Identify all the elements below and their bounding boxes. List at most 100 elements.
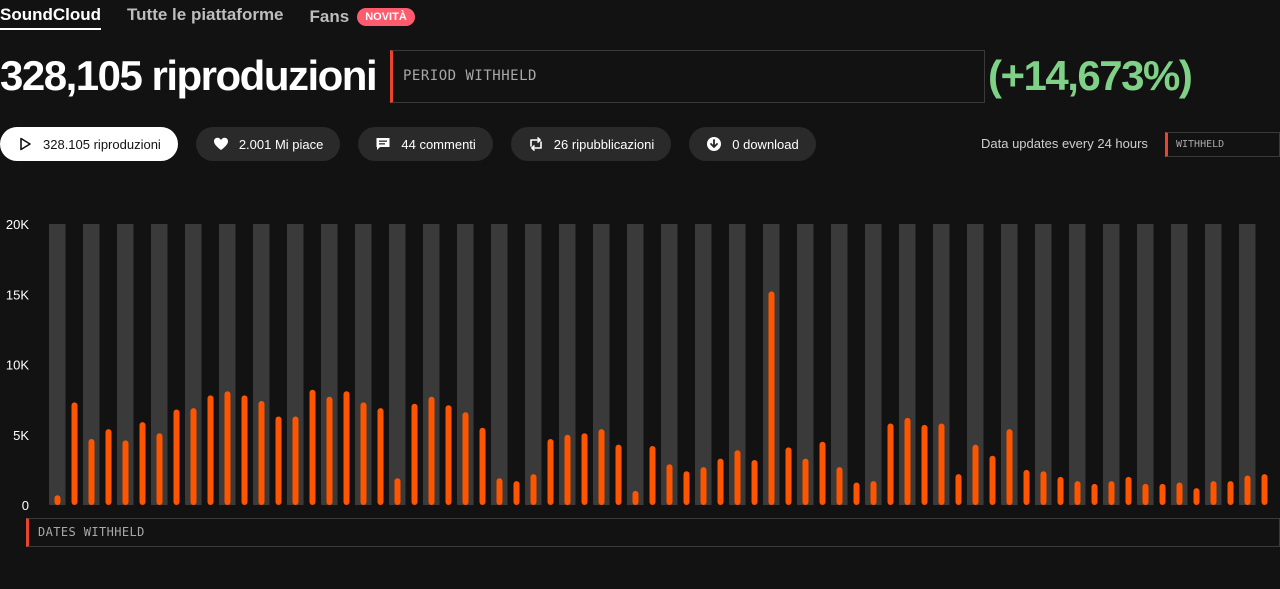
chart-bar[interactable] xyxy=(683,471,690,505)
chart-bar[interactable] xyxy=(360,402,367,505)
chart-bar[interactable] xyxy=(972,444,979,505)
chart-bar[interactable] xyxy=(309,389,316,505)
chart-bar[interactable] xyxy=(1142,483,1149,505)
chart-band xyxy=(1239,224,1256,505)
chart-bar[interactable] xyxy=(938,423,945,506)
chart-bar[interactable] xyxy=(530,474,537,505)
plays-chart-svg: 20K 15K 10K 5K 0 xyxy=(6,217,1268,513)
heart-icon xyxy=(213,136,229,152)
chart-bar[interactable] xyxy=(1057,476,1064,505)
chart-bar[interactable] xyxy=(836,467,843,505)
chart-bar[interactable] xyxy=(1244,475,1251,506)
chart-bar[interactable] xyxy=(700,467,707,505)
chart-bar[interactable] xyxy=(54,495,61,505)
chart-bar[interactable] xyxy=(564,434,571,506)
tab-fans[interactable]: Fans NOVITÀ xyxy=(310,4,415,30)
chart-bar[interactable] xyxy=(904,417,911,505)
plays-label: 328.105 riproduzioni xyxy=(43,136,161,152)
chart-bar[interactable] xyxy=(734,450,741,505)
chart-bar[interactable] xyxy=(122,440,129,505)
chart-bar[interactable] xyxy=(581,433,588,505)
chart-bar[interactable] xyxy=(1023,469,1030,505)
chart-bar[interactable] xyxy=(1261,474,1268,505)
chart-bar[interactable] xyxy=(615,444,622,505)
chart-bar[interactable] xyxy=(1006,429,1013,505)
comment-icon xyxy=(375,136,391,152)
chart-bar[interactable] xyxy=(1091,483,1098,505)
tab-soundcloud[interactable]: SoundCloud xyxy=(0,4,102,30)
chart-bar[interactable] xyxy=(462,412,469,505)
chart-band xyxy=(389,224,406,505)
stat-pills: 328.105 riproduzioni 2.001 Mi piace 44 c… xyxy=(0,127,834,161)
y-tick-label: 15K xyxy=(6,287,29,302)
comments-pill[interactable]: 44 commenti xyxy=(358,127,493,161)
chart-bar[interactable] xyxy=(224,391,231,505)
chart-bar[interactable] xyxy=(1159,483,1166,505)
y-tick-label: 20K xyxy=(6,217,29,232)
chart-bar[interactable] xyxy=(445,405,452,505)
chart-bar[interactable] xyxy=(394,478,401,505)
chart-bar[interactable] xyxy=(649,446,656,505)
chart-bar[interactable] xyxy=(105,429,112,505)
chart-bar[interactable] xyxy=(802,458,809,505)
chart-bar[interactable] xyxy=(513,481,520,505)
chart-bar[interactable] xyxy=(1227,481,1234,505)
chart-bar[interactable] xyxy=(258,401,265,505)
chart-bar[interactable] xyxy=(377,408,384,505)
chart-bar[interactable] xyxy=(1108,481,1115,505)
chart-bar[interactable] xyxy=(598,429,605,505)
chart-bar[interactable] xyxy=(870,481,877,505)
chart-bar[interactable] xyxy=(887,423,894,506)
chart-bar[interactable] xyxy=(1176,482,1183,506)
chart-band xyxy=(1103,224,1120,505)
chart-band xyxy=(49,224,66,505)
chart-bar[interactable] xyxy=(71,402,78,505)
plays-pill[interactable]: 328.105 riproduzioni xyxy=(0,127,178,161)
chart-bar[interactable] xyxy=(666,464,673,505)
chart-bar[interactable] xyxy=(751,460,758,505)
chart-bar[interactable] xyxy=(819,441,826,505)
chart-bar[interactable] xyxy=(1193,488,1200,505)
chart-band xyxy=(865,224,882,505)
chart-bar[interactable] xyxy=(241,395,248,505)
chart-bar[interactable] xyxy=(853,482,860,506)
repost-icon xyxy=(528,136,544,152)
updates-note: Data updates every 24 hours xyxy=(981,136,1148,151)
chart-band xyxy=(491,224,508,505)
chart-bar[interactable] xyxy=(275,416,282,506)
chart-bar[interactable] xyxy=(1040,471,1047,505)
chart-bar[interactable] xyxy=(173,409,180,506)
tab-all-platforms[interactable]: Tutte le piattaforme xyxy=(127,4,283,30)
chart-bar[interactable] xyxy=(1074,481,1081,505)
chart-bar[interactable] xyxy=(207,395,214,505)
chart-bar[interactable] xyxy=(139,422,146,505)
tab-fans-label: Fans xyxy=(309,7,350,26)
likes-pill[interactable]: 2.001 Mi piace xyxy=(195,127,341,161)
chart-bar[interactable] xyxy=(717,458,724,505)
chart-bar[interactable] xyxy=(955,474,962,505)
chart-bar[interactable] xyxy=(547,439,554,505)
chart-bar[interactable] xyxy=(343,391,350,505)
chart-bar[interactable] xyxy=(989,455,996,505)
chart-bar[interactable] xyxy=(88,439,95,505)
chart-bar[interactable] xyxy=(411,403,418,505)
platform-tabs: SoundCloud Tutte le piattaforme Fans NOV… xyxy=(0,4,415,30)
chart-bar[interactable] xyxy=(190,408,197,505)
chart-bar[interactable] xyxy=(292,416,299,506)
chart-bar[interactable] xyxy=(1125,476,1132,505)
chart-bar[interactable] xyxy=(156,433,163,505)
chart-band xyxy=(525,224,542,505)
chart-band xyxy=(695,224,712,505)
chart-bar[interactable] xyxy=(496,478,503,505)
reposts-pill[interactable]: 26 ripubblicazioni xyxy=(510,127,672,161)
chart-bar[interactable] xyxy=(785,447,792,505)
chart-bar[interactable] xyxy=(768,291,775,505)
chart-bar[interactable] xyxy=(428,396,435,505)
y-tick-label: 10K xyxy=(6,358,29,373)
chart-bar[interactable] xyxy=(921,424,928,505)
chart-bar[interactable] xyxy=(479,427,486,505)
chart-bar[interactable] xyxy=(1210,481,1217,505)
chart-bar[interactable] xyxy=(326,396,333,505)
downloads-pill[interactable]: 0 download xyxy=(689,127,816,161)
chart-bar[interactable] xyxy=(632,490,639,505)
